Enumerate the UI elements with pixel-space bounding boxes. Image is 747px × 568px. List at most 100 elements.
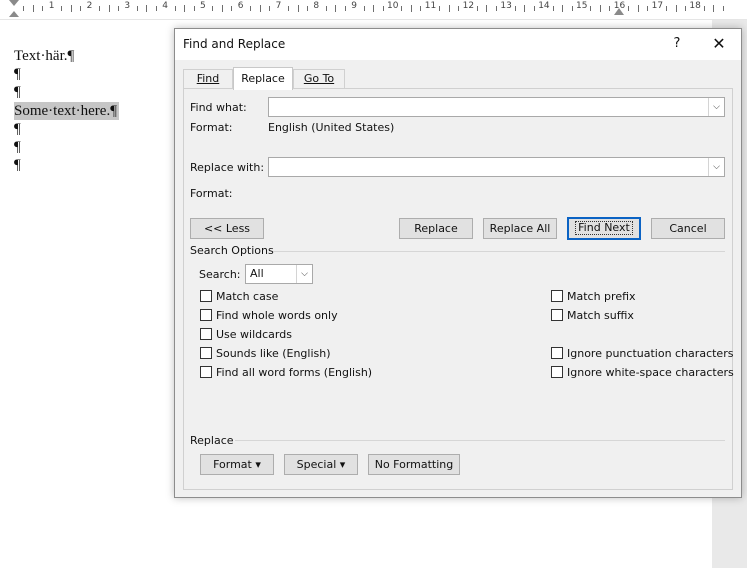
ruler-tick	[553, 6, 554, 11]
ruler-tick	[458, 6, 459, 11]
no-formatting-button[interactable]: No Formatting	[368, 454, 460, 475]
sounds-like-checkbox[interactable]	[200, 347, 212, 359]
ruler-tick	[269, 6, 270, 11]
word-forms-label[interactable]: Find all word forms (English)	[216, 366, 372, 379]
tab-replace[interactable]: Replace	[233, 67, 293, 90]
ruler-number: 16	[613, 1, 626, 11]
ruler-tick	[307, 6, 308, 11]
ruler-tick	[345, 6, 346, 11]
document-line[interactable]: ¶	[14, 138, 21, 156]
dropdown-arrow-icon: ▾	[339, 458, 346, 471]
replace-tab-panel	[183, 88, 733, 490]
search-direction-select[interactable]: All ⌵	[245, 264, 313, 284]
document-line[interactable]: ¶	[14, 156, 21, 174]
ignore-punctuation-label[interactable]: Ignore punctuation characters	[567, 347, 733, 360]
ruler-tick	[647, 6, 648, 11]
ignore-whitespace-checkbox[interactable]	[551, 366, 563, 378]
match-prefix-checkbox[interactable]	[551, 290, 563, 302]
ruler-number: 17	[651, 1, 664, 11]
ruler-tick	[534, 6, 535, 11]
sounds-like-label[interactable]: Sounds like (English)	[216, 347, 331, 360]
ruler-tick	[71, 5, 72, 12]
ruler-number: 3	[124, 1, 131, 11]
horizontal-ruler[interactable]: 1 2 3 4 5 6 7 8 9 10 11 12 13 14 15 16 17 18	[0, 0, 747, 20]
ruler-tick	[212, 6, 213, 11]
chevron-down-icon[interactable]: ⌵	[296, 265, 312, 283]
ruler-tick	[146, 5, 147, 12]
replace-all-button[interactable]: Replace All	[483, 218, 557, 239]
help-icon[interactable]: ?	[667, 33, 687, 55]
ruler-tick	[184, 5, 185, 12]
ruler-tick	[326, 6, 327, 11]
ruler-number: 13	[500, 1, 512, 11]
match-suffix-label[interactable]: Match suffix	[567, 309, 634, 322]
ruler-tick	[33, 5, 34, 12]
ruler-tick	[420, 6, 421, 11]
ruler-tick	[260, 5, 261, 12]
word-forms-checkbox[interactable]	[200, 366, 212, 378]
ruler-tick	[524, 5, 525, 12]
match-case-label[interactable]: Match case	[216, 290, 278, 303]
document-line[interactable]: ¶	[14, 65, 21, 83]
ruler-tick	[723, 6, 724, 11]
ruler-number: 15	[576, 1, 588, 11]
document-line-selected[interactable]: Some·text·here.¶	[14, 102, 120, 120]
ruler-tick	[109, 5, 110, 12]
ruler-number: 5	[200, 1, 206, 11]
hanging-indent-marker[interactable]	[9, 11, 19, 17]
ruler-tick	[685, 6, 686, 11]
ruler-tick	[411, 5, 412, 12]
search-options-divider	[273, 251, 725, 252]
replace-with-input[interactable]: ⌵	[268, 157, 725, 177]
find-next-button[interactable]: Find Next	[567, 217, 641, 240]
whole-words-checkbox[interactable]	[200, 309, 212, 321]
chevron-down-icon[interactable]: ⌵	[708, 98, 724, 116]
ruler-tick	[250, 6, 251, 11]
ruler-number: 2	[86, 1, 93, 11]
format-button[interactable]: Format ▾	[200, 454, 274, 475]
dialog-title: Find and Replace	[183, 37, 286, 51]
document-line[interactable]: Text·här.¶	[14, 47, 74, 65]
document-line[interactable]: ¶	[14, 83, 21, 101]
ruler-tick	[118, 6, 119, 11]
cancel-button[interactable]: Cancel	[651, 218, 725, 239]
chevron-down-icon[interactable]: ⌵	[708, 158, 724, 176]
find-format-value: English (United States)	[268, 121, 395, 134]
close-icon[interactable]: ✕	[709, 33, 729, 55]
ruler-tick	[590, 6, 591, 11]
first-line-indent-marker[interactable]	[9, 0, 19, 6]
ruler-number: 12	[462, 1, 475, 11]
ruler-number: 11	[424, 1, 437, 11]
ruler-tick	[231, 6, 232, 11]
less-button[interactable]: << Less	[190, 218, 264, 239]
match-suffix-checkbox[interactable]	[551, 309, 563, 321]
find-format-label: Format:	[190, 121, 233, 134]
ruler-tick	[486, 5, 487, 12]
ruler-tick	[42, 6, 43, 11]
wildcards-label[interactable]: Use wildcards	[216, 328, 292, 341]
special-button[interactable]: Special ▾	[284, 454, 358, 475]
tab-find[interactable]: Find	[183, 69, 233, 89]
wildcards-checkbox[interactable]	[200, 328, 212, 340]
ruler-tick	[515, 6, 516, 11]
ignore-whitespace-label[interactable]: Ignore white-space characters	[567, 366, 734, 379]
match-case-checkbox[interactable]	[200, 290, 212, 302]
dialog-titlebar[interactable]: Find and Replace ? ✕	[175, 29, 741, 60]
ruler-tick	[449, 5, 450, 12]
ruler-number: 14	[538, 1, 550, 11]
ruler-tick	[562, 5, 563, 12]
whole-words-label[interactable]: Find whole words only	[216, 309, 338, 322]
ruler-tick	[23, 6, 24, 11]
ruler-tick	[99, 6, 100, 11]
replace-button[interactable]: Replace	[399, 218, 473, 239]
ruler-tick	[600, 5, 601, 12]
match-prefix-label[interactable]: Match prefix	[567, 290, 636, 303]
ruler-number: 8	[313, 1, 320, 11]
ruler-tick	[298, 5, 299, 12]
document-line[interactable]: ¶	[14, 120, 21, 138]
find-what-input[interactable]: ⌵	[268, 97, 725, 117]
tab-goto[interactable]: Go To	[293, 69, 345, 89]
ruler-number: 9	[351, 1, 357, 11]
ignore-punctuation-checkbox[interactable]	[551, 347, 563, 359]
ruler-tick	[335, 5, 336, 12]
